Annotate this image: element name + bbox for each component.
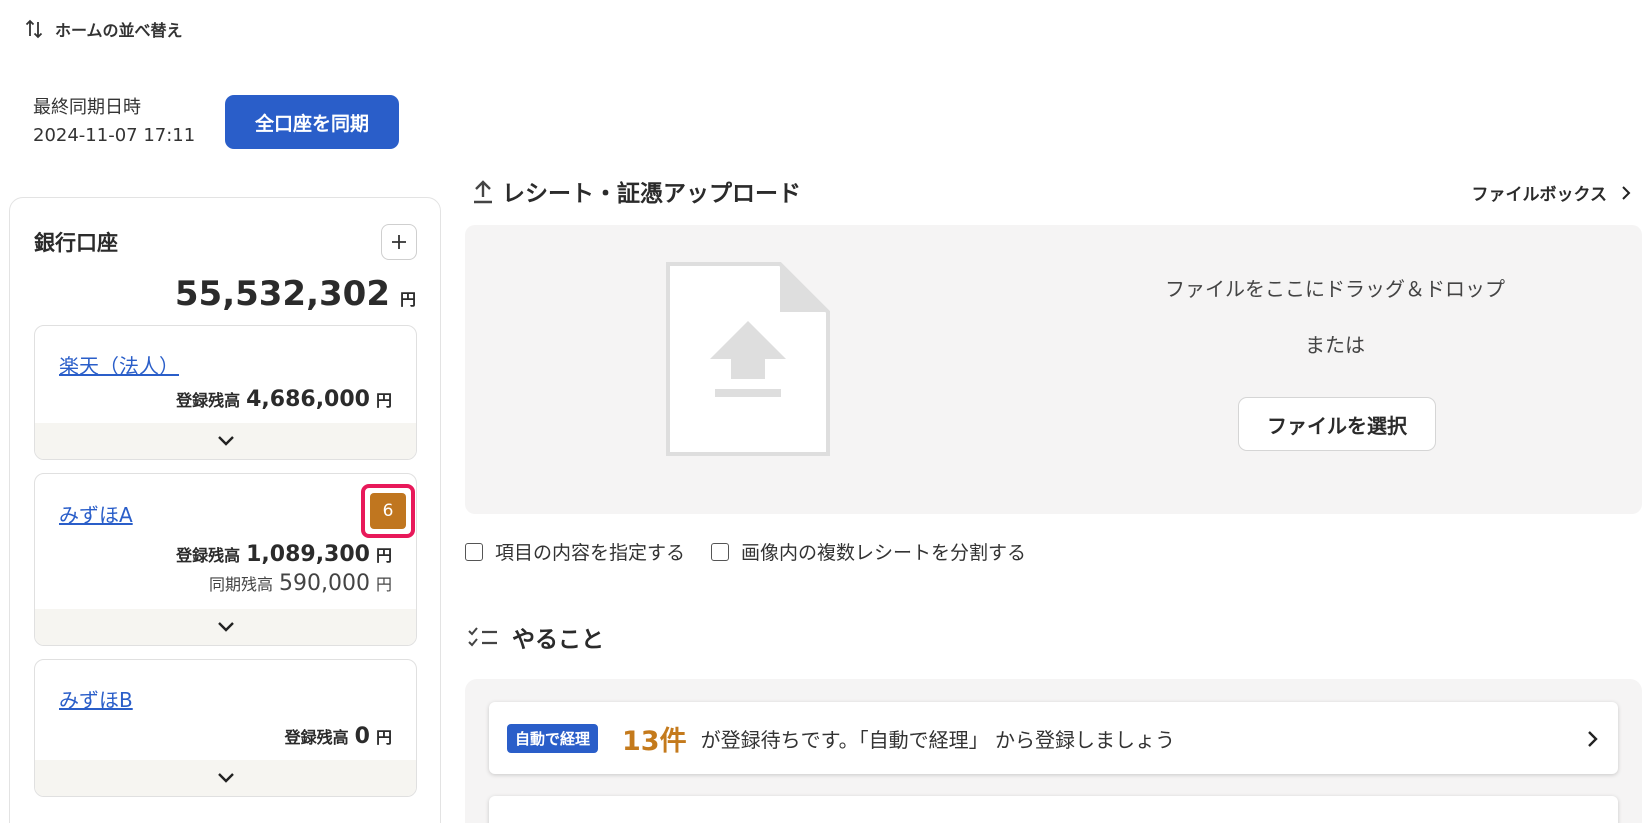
last-sync-label: 最終同期日時: [33, 97, 141, 118]
synced-balance-label: 同期残高: [208, 575, 273, 594]
bank-total-currency: 円: [399, 290, 416, 309]
file-upload-illustration-icon: [666, 262, 830, 456]
badge-highlight: 6: [361, 484, 415, 538]
registered-balance-row: 登録残高 1,089,300 円: [176, 542, 392, 567]
account-name-link[interactable]: みずほB: [59, 684, 133, 713]
account-card-rakuten: 楽天（法人） 登録残高 4,686,000 円: [34, 325, 417, 460]
receipt-upload-title-text: レシート・証憑アップロード: [502, 181, 801, 207]
sort-arrows-icon: [25, 19, 43, 39]
bank-total-balance: 55,532,302 円: [175, 274, 416, 314]
todo-count: 13件: [622, 725, 687, 757]
registered-balance-value: 1,089,300: [246, 542, 370, 567]
account-name-link[interactable]: 楽天（法人）: [59, 350, 179, 379]
bank-accounts-title: 銀行口座: [34, 231, 118, 255]
expand-account-toggle[interactable]: [35, 423, 416, 459]
registered-balance-label: 登録残高: [176, 391, 241, 410]
upload-icon: [474, 180, 492, 204]
chevron-right-icon: [1622, 185, 1631, 200]
registered-balance-row: 登録残高 0 円: [285, 724, 392, 749]
todo-title-text: やること: [512, 627, 604, 653]
drop-instruction: ファイルをここにドラッグ＆ドロップ: [1165, 277, 1505, 301]
account-name-link[interactable]: みずほA: [59, 499, 133, 528]
sync-all-accounts-button[interactable]: 全口座を同期: [225, 95, 399, 149]
synced-balance-row: 同期残高 590,000 円: [209, 571, 392, 596]
option-specify-item-content[interactable]: 項目の内容を指定する: [465, 538, 685, 565]
split-receipts-checkbox[interactable]: [711, 542, 730, 561]
filebox-link[interactable]: ファイルボックス: [1472, 180, 1632, 205]
todo-text: が登録待ちです。「自動で経理」 から登録しましょう: [700, 727, 1175, 752]
select-file-button[interactable]: ファイルを選択: [1238, 397, 1436, 451]
registered-balance-value: 0: [354, 724, 370, 749]
currency-label: 円: [375, 546, 392, 565]
filebox-link-label: ファイルボックス: [1471, 185, 1608, 205]
sort-home-label: ホームの並べ替え: [55, 21, 183, 40]
todo-item[interactable]: 自動で経理 13件 が登録待ちです。「自動で経理」 から登録しましょう: [489, 702, 1618, 774]
registered-balance-label: 登録残高: [284, 728, 349, 747]
receipt-upload-title: レシート・証憑アップロード: [472, 174, 801, 208]
or-text: または: [1305, 333, 1365, 357]
currency-label: 円: [375, 728, 392, 747]
registered-balance-value: 4,686,000: [246, 387, 370, 412]
todo-tag: 自動で経理: [507, 723, 599, 753]
file-drop-zone[interactable]: ファイルをここにドラッグ＆ドロップ または ファイルを選択: [465, 225, 1642, 514]
currency-label: 円: [375, 391, 392, 410]
currency-label: 円: [375, 575, 392, 594]
synced-balance-value: 590,000: [279, 571, 370, 596]
last-sync-info: 最終同期日時 2024-11-07 17:11: [33, 94, 195, 150]
option-label: 画像内の複数レシートを分割する: [741, 542, 1027, 564]
last-sync-datetime: 2024-11-07 17:11: [33, 125, 196, 146]
expand-account-toggle[interactable]: [35, 760, 416, 796]
expand-account-toggle[interactable]: [35, 609, 416, 645]
account-card-mizuho-b: みずほB 登録残高 0 円: [34, 659, 417, 797]
bank-accounts-panel: 銀行口座 55,532,302 円 楽天（法人） 登録残高 4,686,000 …: [9, 197, 441, 823]
chevron-down-icon: [217, 773, 234, 783]
chevron-down-icon: [217, 622, 234, 632]
todo-item-partial[interactable]: [489, 796, 1618, 823]
chevron-down-icon: [217, 436, 234, 446]
sort-home-link[interactable]: ホームの並べ替え: [25, 17, 183, 41]
add-bank-account-button[interactable]: [381, 224, 417, 260]
option-split-receipts[interactable]: 画像内の複数レシートを分割する: [711, 538, 1026, 565]
bank-total-amount: 55,532,302: [174, 274, 390, 314]
pending-count-badge[interactable]: 6: [370, 493, 406, 529]
todo-title: やること: [468, 620, 604, 654]
home-page: ホームの並べ替え 最終同期日時 2024-11-07 17:11 全口座を同期 …: [0, 0, 1651, 823]
todo-list: 自動で経理 13件 が登録待ちです。「自動で経理」 から登録しましょう: [465, 679, 1642, 823]
chevron-right-icon: [1588, 731, 1598, 747]
registered-balance-label: 登録残高: [176, 546, 241, 565]
account-card-mizuho-a: みずほA 6 登録残高 1,089,300 円 同期残高 590,000 円: [34, 473, 417, 646]
option-label: 項目の内容を指定する: [495, 542, 686, 564]
specify-item-content-checkbox[interactable]: [465, 542, 483, 561]
upload-options: 項目の内容を指定する 画像内の複数レシートを分割する: [465, 538, 1026, 565]
registered-balance-row: 登録残高 4,686,000 円: [176, 387, 392, 412]
checklist-icon: [468, 627, 497, 647]
plus-icon: [392, 235, 406, 249]
